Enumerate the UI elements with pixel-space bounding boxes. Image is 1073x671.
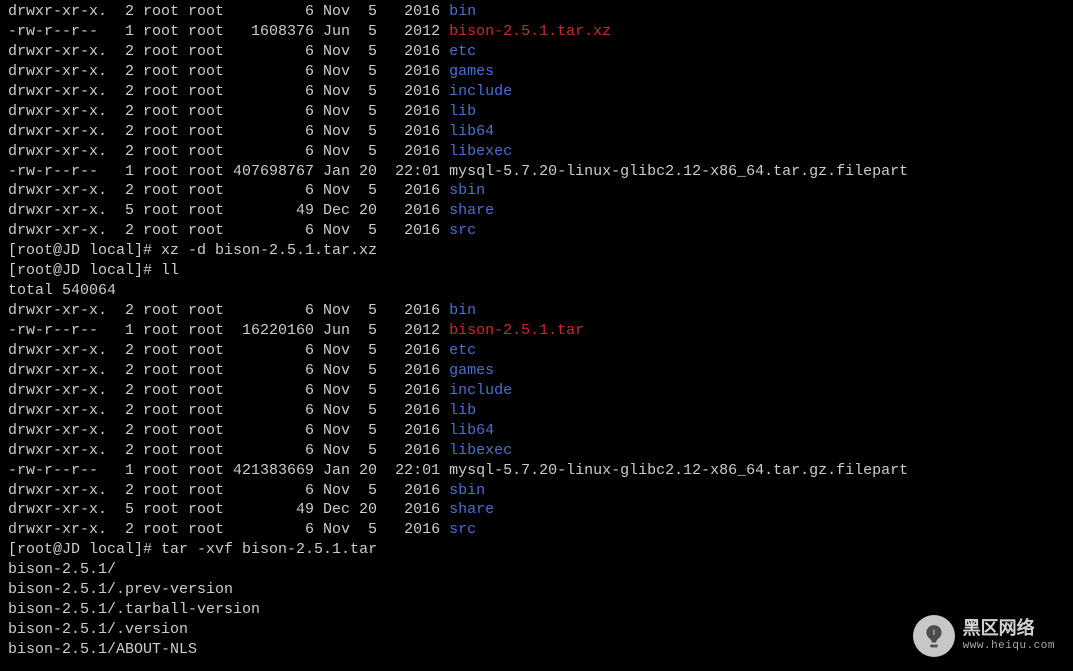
file-row: drwxr-xr-x. 2 root root 6 Nov 5 2016 etc bbox=[8, 42, 1065, 62]
prompt-line[interactable]: [root@JD local]# xz -d bison-2.5.1.tar.x… bbox=[8, 241, 1065, 261]
file-row: drwxr-xr-x. 2 root root 6 Nov 5 2016 lib bbox=[8, 401, 1065, 421]
watermark-url: www.heiqu.com bbox=[963, 639, 1055, 654]
file-row: drwxr-xr-x. 2 root root 6 Nov 5 2016 bin bbox=[8, 301, 1065, 321]
file-row: drwxr-xr-x. 5 root root 49 Dec 20 2016 s… bbox=[8, 201, 1065, 221]
file-row: drwxr-xr-x. 2 root root 6 Nov 5 2016 lib… bbox=[8, 441, 1065, 461]
tar-output-line: bison-2.5.1/ bbox=[8, 560, 1065, 580]
file-row: drwxr-xr-x. 2 root root 6 Nov 5 2016 src bbox=[8, 520, 1065, 540]
file-row: drwxr-xr-x. 2 root root 6 Nov 5 2016 lib bbox=[8, 102, 1065, 122]
watermark: 黑区网络 www.heiqu.com bbox=[913, 615, 1055, 657]
tar-output-line: bison-2.5.1/.version bbox=[8, 620, 1065, 640]
file-row: drwxr-xr-x. 2 root root 6 Nov 5 2016 lib… bbox=[8, 122, 1065, 142]
file-row: -rw-r--r-- 1 root root 16220160 Jun 5 20… bbox=[8, 321, 1065, 341]
file-row: drwxr-xr-x. 2 root root 6 Nov 5 2016 gam… bbox=[8, 62, 1065, 82]
file-row: -rw-r--r-- 1 root root 421383669 Jan 20 … bbox=[8, 461, 1065, 481]
file-row: drwxr-xr-x. 2 root root 6 Nov 5 2016 gam… bbox=[8, 361, 1065, 381]
file-row: drwxr-xr-x. 2 root root 6 Nov 5 2016 bin bbox=[8, 2, 1065, 22]
prompt-line[interactable]: [root@JD local]# ll bbox=[8, 261, 1065, 281]
total-line: total 540064 bbox=[8, 281, 1065, 301]
file-row: drwxr-xr-x. 2 root root 6 Nov 5 2016 src bbox=[8, 221, 1065, 241]
watermark-icon bbox=[913, 615, 955, 657]
file-row: -rw-r--r-- 1 root root 407698767 Jan 20 … bbox=[8, 162, 1065, 182]
watermark-title: 黑区网络 bbox=[963, 619, 1055, 639]
file-row: drwxr-xr-x. 2 root root 6 Nov 5 2016 inc… bbox=[8, 381, 1065, 401]
file-row: drwxr-xr-x. 2 root root 6 Nov 5 2016 sbi… bbox=[8, 181, 1065, 201]
tar-output-line: bison-2.5.1/.prev-version bbox=[8, 580, 1065, 600]
tar-output-line: bison-2.5.1/ABOUT-NLS bbox=[8, 640, 1065, 660]
file-row: drwxr-xr-x. 2 root root 6 Nov 5 2016 lib… bbox=[8, 421, 1065, 441]
prompt-line[interactable]: [root@JD local]# tar -xvf bison-2.5.1.ta… bbox=[8, 540, 1065, 560]
tar-output-line: bison-2.5.1/.tarball-version bbox=[8, 600, 1065, 620]
file-row: drwxr-xr-x. 5 root root 49 Dec 20 2016 s… bbox=[8, 500, 1065, 520]
file-row: drwxr-xr-x. 2 root root 6 Nov 5 2016 sbi… bbox=[8, 481, 1065, 501]
file-row: drwxr-xr-x. 2 root root 6 Nov 5 2016 etc bbox=[8, 341, 1065, 361]
file-row: drwxr-xr-x. 2 root root 6 Nov 5 2016 lib… bbox=[8, 142, 1065, 162]
file-row: drwxr-xr-x. 2 root root 6 Nov 5 2016 inc… bbox=[8, 82, 1065, 102]
terminal-output[interactable]: drwxr-xr-x. 2 root root 6 Nov 5 2016 bin… bbox=[8, 2, 1065, 660]
file-row: -rw-r--r-- 1 root root 1608376 Jun 5 201… bbox=[8, 22, 1065, 42]
